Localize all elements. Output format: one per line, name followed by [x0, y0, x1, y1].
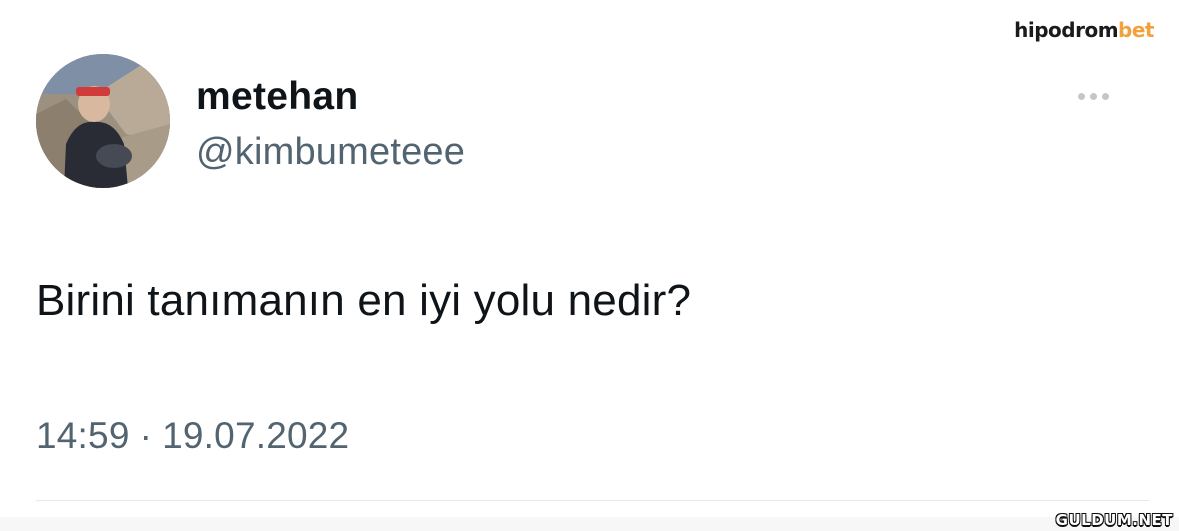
user-display-name[interactable]: metehan	[196, 74, 358, 120]
more-horizontal-icon	[1089, 92, 1097, 100]
guldum-watermark: GULDUM.NET	[1055, 511, 1173, 529]
bottom-strip	[0, 517, 1179, 531]
user-handle[interactable]: @kimbumeteee	[196, 130, 465, 174]
avatar-photo	[36, 54, 170, 188]
tweet-card: metehan @kimbumeteee Birini tanımanın en…	[0, 0, 1179, 531]
divider	[36, 500, 1149, 501]
tweet-date: 19.07.2022	[162, 415, 350, 456]
tweet-timestamp[interactable]: 14:59 · 19.07.2022	[36, 414, 349, 458]
tweet-text: Birini tanımanın en iyi yolu nedir?	[36, 276, 692, 325]
more-horizontal-icon	[1077, 92, 1085, 100]
tweet-time: 14:59	[36, 415, 130, 456]
avatar[interactable]	[36, 54, 170, 188]
meta-separator: ·	[139, 415, 153, 456]
more-horizontal-icon	[1101, 92, 1109, 100]
more-options-button[interactable]	[1067, 84, 1119, 108]
